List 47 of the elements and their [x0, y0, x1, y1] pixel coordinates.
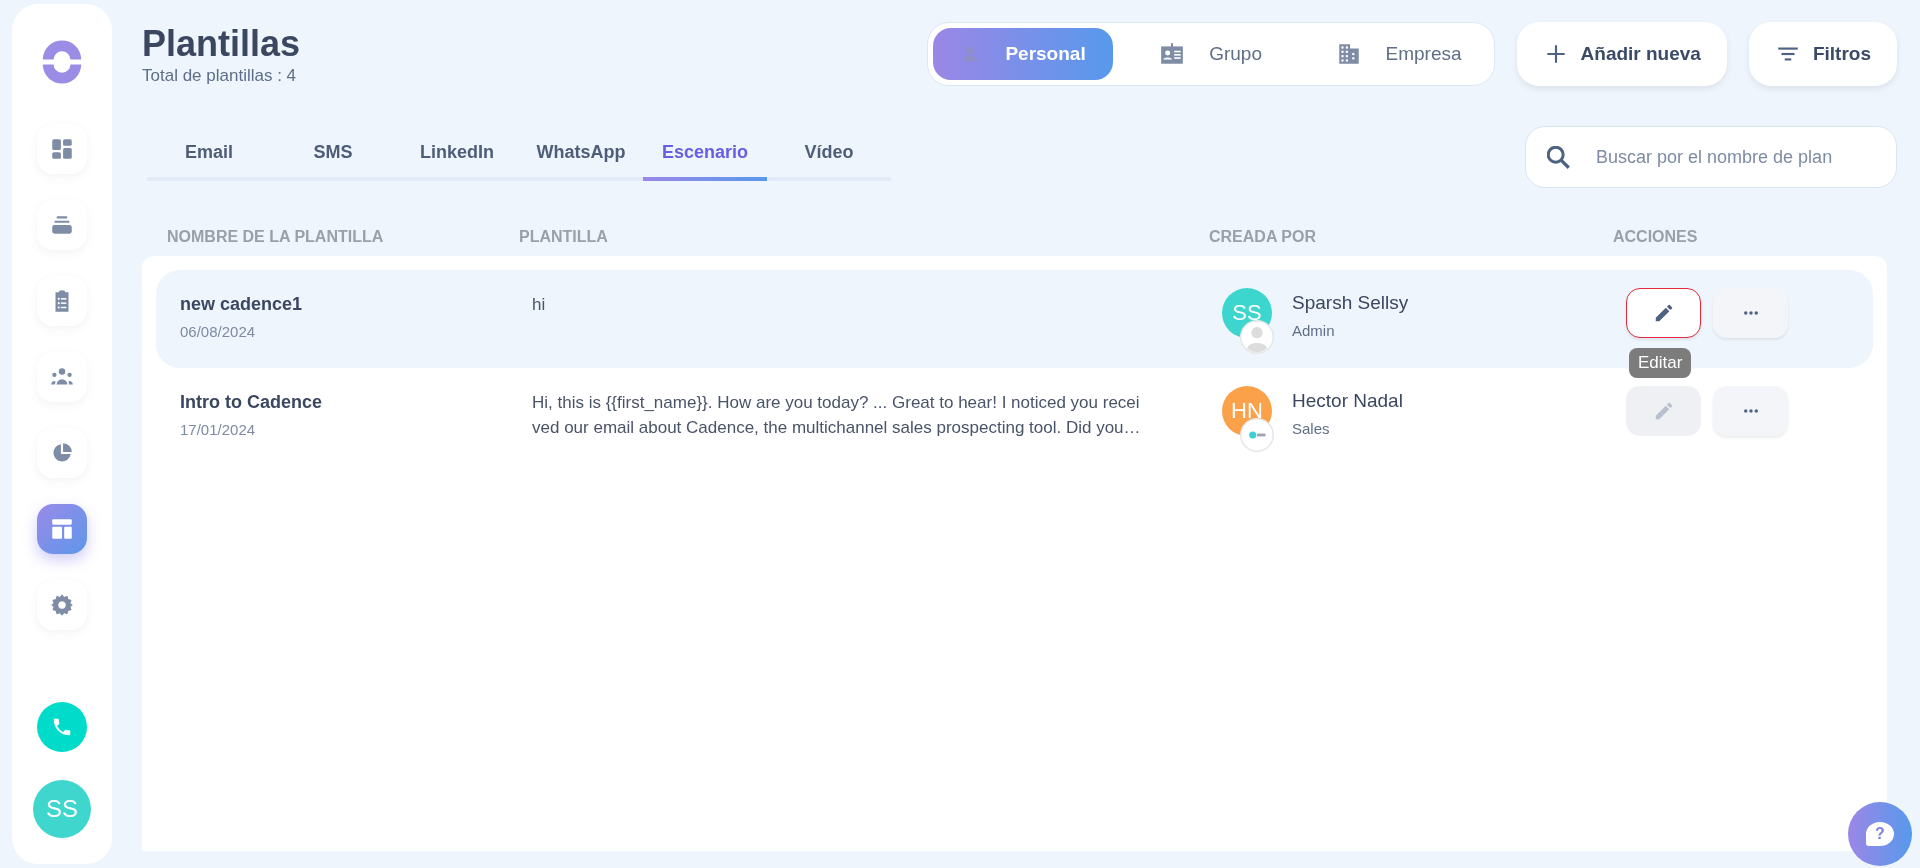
template-date: 06/08/2024: [180, 323, 257, 340]
creator-role: Admin: [1292, 322, 1336, 339]
add-button[interactable]: Añadir nueva: [1516, 22, 1727, 86]
column-header: NOMBRE DE LA PLANTILLA: [167, 228, 385, 246]
channel-tab[interactable]: SMS: [271, 141, 395, 181]
scope-tab[interactable]: Grupo: [1120, 28, 1301, 80]
scope-tab[interactable]: Empresa: [1308, 28, 1489, 80]
sidebar-item[interactable]: [37, 428, 87, 478]
layout-icon: [49, 516, 75, 542]
creator-role: Sales: [1292, 420, 1331, 437]
sidebar-item[interactable]: [37, 200, 87, 250]
phone-icon: [51, 716, 73, 738]
creator-name: Sparsh Sellsy: [1292, 292, 1409, 314]
template-preview: Hi, this is {{first_name}}. How are you today? ... Great to hear! I noticed you recei: [532, 392, 1141, 414]
sidebar-item[interactable]: [37, 276, 87, 326]
company-logo-icon: [1240, 418, 1274, 452]
column-header: PLANTILLA: [519, 228, 609, 246]
column-header: ACCIONES: [1613, 228, 1699, 246]
sidebar-item[interactable]: [37, 124, 87, 174]
template-preview: ved our email about Cadence, the multichannel sales prospecting tool. Did you…: [532, 417, 1142, 439]
template-date: 17/01/2024: [180, 421, 257, 438]
help-button[interactable]: ?: [1848, 802, 1912, 866]
search-field[interactable]: Buscar por el nombre de plan: [1525, 126, 1897, 188]
channel-tab[interactable]: Escenario: [643, 141, 767, 181]
template-count: Total de plantillas : 4: [142, 66, 298, 86]
edit-tooltip: Editar: [1629, 348, 1692, 378]
dashboard-icon: [49, 136, 75, 162]
channel-tab[interactable]: Vídeo: [767, 141, 891, 181]
settings-icon: [49, 592, 75, 618]
edit-button[interactable]: [1626, 288, 1701, 338]
user-silhouette-icon: [1240, 320, 1274, 354]
column-header: CREADA POR: [1209, 228, 1317, 246]
template-name: new cadence1: [180, 294, 304, 315]
sidebar-item[interactable]: [37, 352, 87, 402]
page-title: Plantillas: [142, 22, 302, 66]
sidebar-item[interactable]: [37, 504, 87, 554]
sidebar-item[interactable]: [37, 580, 87, 630]
creator-name: Hector Nadal: [1292, 390, 1403, 412]
filter-button[interactable]: Filtros: [1748, 22, 1897, 86]
channel-tab[interactable]: WhatsApp: [519, 141, 643, 181]
channel-tab[interactable]: LinkedIn: [395, 141, 519, 181]
template-preview: hi: [532, 294, 547, 316]
template-name: Intro to Cadence: [180, 392, 323, 413]
id-card-icon: [1159, 41, 1186, 67]
channel-tab[interactable]: Email: [147, 141, 271, 181]
phone-button[interactable]: [37, 702, 87, 752]
search-icon: [1547, 146, 1570, 169]
